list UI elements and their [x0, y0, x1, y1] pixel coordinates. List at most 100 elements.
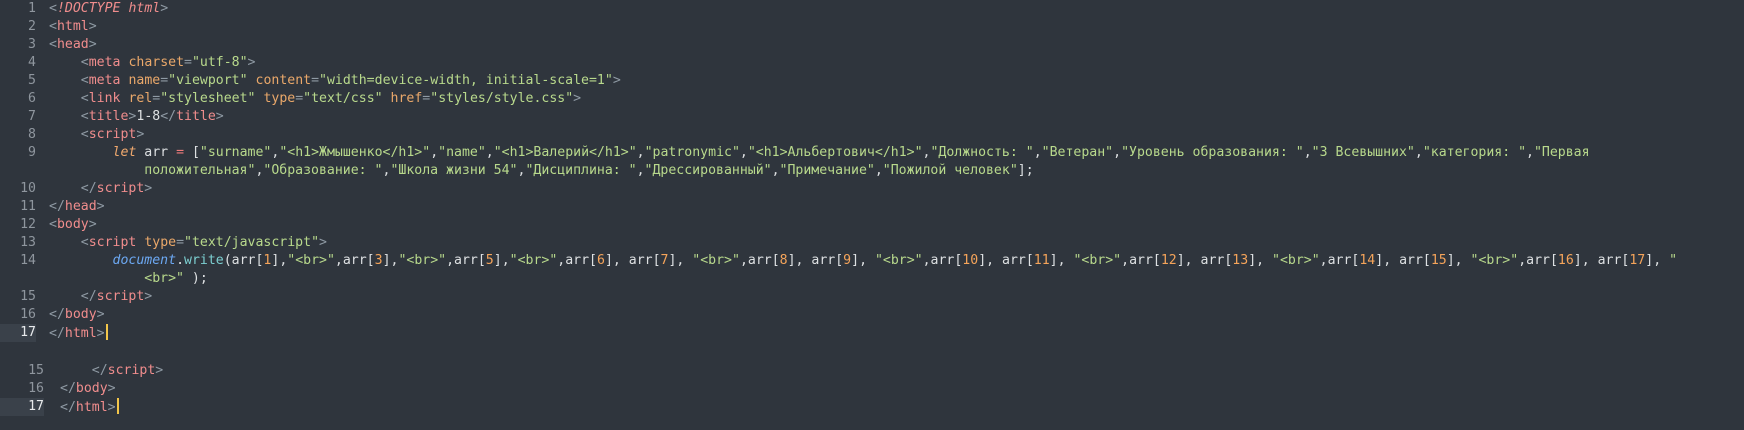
code-line[interactable]: 12 <body>	[0, 216, 1744, 234]
code-token: link	[88, 91, 121, 106]
code-line[interactable]: 17 </html>	[0, 398, 1744, 416]
code-token: "категория: "	[1422, 145, 1527, 160]
code-token: =	[176, 235, 185, 250]
code-token: </	[60, 400, 76, 415]
code-token: </	[49, 326, 65, 341]
code-token: <br>"	[144, 271, 184, 286]
line-number: 4	[28, 55, 36, 70]
code-token: </	[160, 109, 177, 124]
line-number: 11	[20, 199, 36, 214]
code-line[interactable]: <br>" );	[0, 270, 1744, 288]
line-number: 16	[20, 307, 36, 322]
code-line[interactable]: положительная", "Образование: ", "Школа жи…	[0, 162, 1744, 180]
code-token: >	[247, 55, 256, 70]
code-token: "3 Всевышних"	[1311, 145, 1415, 160]
line-number: 12	[20, 217, 36, 232]
code-text: <body>	[49, 216, 97, 234]
code-line[interactable]: 9 let arr = ["surname","<h1>Жмышенко</h1…	[0, 144, 1744, 162]
code-editor[interactable]: 1 <!DOCTYPE html> 2 <html> 3 <head> 4 <meta ch…	[0, 0, 1744, 430]
code-token: ,	[430, 145, 439, 160]
code-token: "Примечание"	[779, 163, 875, 178]
code-line[interactable]: 5 <meta name="viewport" content="width=d…	[0, 72, 1744, 90]
code-token: <	[80, 73, 89, 88]
code-token: 8	[779, 253, 788, 268]
code-token: ,	[1033, 145, 1042, 160]
code-line[interactable]: 4 <meta charset="utf-8">	[0, 54, 1744, 72]
code-token: type	[263, 91, 296, 106]
code-token: ,	[1113, 145, 1122, 160]
code-token: <	[49, 37, 57, 52]
editor-pane-bottom[interactable]: 15 </script> 16 </body> 17 </html>	[0, 362, 1744, 416]
code-line[interactable]: 7 <title>1-8</title>	[0, 108, 1744, 126]
code-line[interactable]: 3 <head>	[0, 36, 1744, 54]
code-token: meta	[88, 73, 121, 88]
code-token: <	[80, 91, 89, 106]
code-token: content	[255, 73, 312, 88]
code-text: </html>	[60, 398, 119, 417]
line-number: 15	[20, 289, 36, 304]
editor-pane-top[interactable]: 1 <!DOCTYPE html> 2 <html> 3 <head> 4 <meta ch…	[0, 0, 1744, 342]
code-token: ,	[771, 163, 780, 178]
code-token: body	[56, 217, 89, 232]
code-token: ,	[1303, 145, 1312, 160]
line-number: 1	[28, 1, 36, 16]
line-number: 9	[28, 145, 36, 160]
code-token: 12	[1160, 253, 1177, 268]
code-token: >	[88, 19, 97, 34]
code-token: >	[96, 326, 105, 341]
code-token: ],	[493, 253, 510, 268]
code-token: <	[49, 1, 57, 16]
code-line[interactable]: 10 </script>	[0, 180, 1744, 198]
code-line[interactable]: 17 </html>	[0, 324, 1744, 342]
line-number: 8	[28, 127, 36, 142]
code-token: >	[88, 217, 97, 232]
code-line[interactable]: 13 <script type="text/javascript">	[0, 234, 1744, 252]
code-token: ,arr[	[1121, 253, 1161, 268]
code-token: ,	[874, 163, 883, 178]
line-number: 13	[20, 235, 36, 250]
code-text: </html>	[49, 324, 108, 343]
code-line[interactable]: 1 <!DOCTYPE html>	[0, 0, 1744, 18]
code-token: </	[91, 363, 108, 378]
code-token: >	[136, 127, 145, 142]
code-token: body	[64, 307, 97, 322]
code-token: ],	[1645, 253, 1670, 268]
code-token: "Школа жизни 54"	[390, 163, 518, 178]
code-token: script	[96, 289, 145, 304]
code-text: положительная", "Образование: ", "Школа жи…	[49, 162, 1033, 180]
code-line[interactable]: 11 </head>	[0, 198, 1744, 216]
code-token: ], arr[	[1375, 253, 1431, 268]
code-token: <	[49, 19, 57, 34]
code-token: >	[144, 289, 153, 304]
code-line[interactable]: 2 <html>	[0, 18, 1744, 36]
code-token: ], arr[	[1176, 253, 1233, 268]
code-token: ], arr[	[1573, 253, 1630, 268]
code-line[interactable]: 14 document.write(arr[1],"<br>",arr[3],"…	[0, 252, 1744, 270]
code-line[interactable]: 15 </script>	[0, 288, 1744, 306]
code-line[interactable]: 6 <link rel="stylesheet" type="text/css"…	[0, 90, 1744, 108]
code-token: ,arr[	[739, 253, 780, 268]
line-number: 16	[28, 381, 44, 396]
code-token: >	[144, 181, 153, 196]
code-token: "patronymic"	[644, 145, 740, 160]
line-number: 14	[20, 253, 36, 268]
code-text: </body>	[49, 306, 105, 324]
line-number	[0, 162, 36, 180]
line-number: 2	[28, 19, 36, 34]
code-token: head	[56, 37, 89, 52]
code-line[interactable]: 15 </script>	[0, 362, 1744, 380]
line-number: 10	[20, 181, 36, 196]
code-line[interactable]: 8 <script>	[0, 126, 1744, 144]
code-token: "Дисциплина: "	[525, 163, 637, 178]
code-line[interactable]: 16 </body>	[0, 306, 1744, 324]
code-token: let	[112, 145, 137, 160]
code-line[interactable]: 16 </body>	[0, 380, 1744, 398]
code-token: "	[1669, 253, 1678, 268]
code-token: >	[107, 381, 116, 396]
code-token: ,arr[	[557, 253, 597, 268]
